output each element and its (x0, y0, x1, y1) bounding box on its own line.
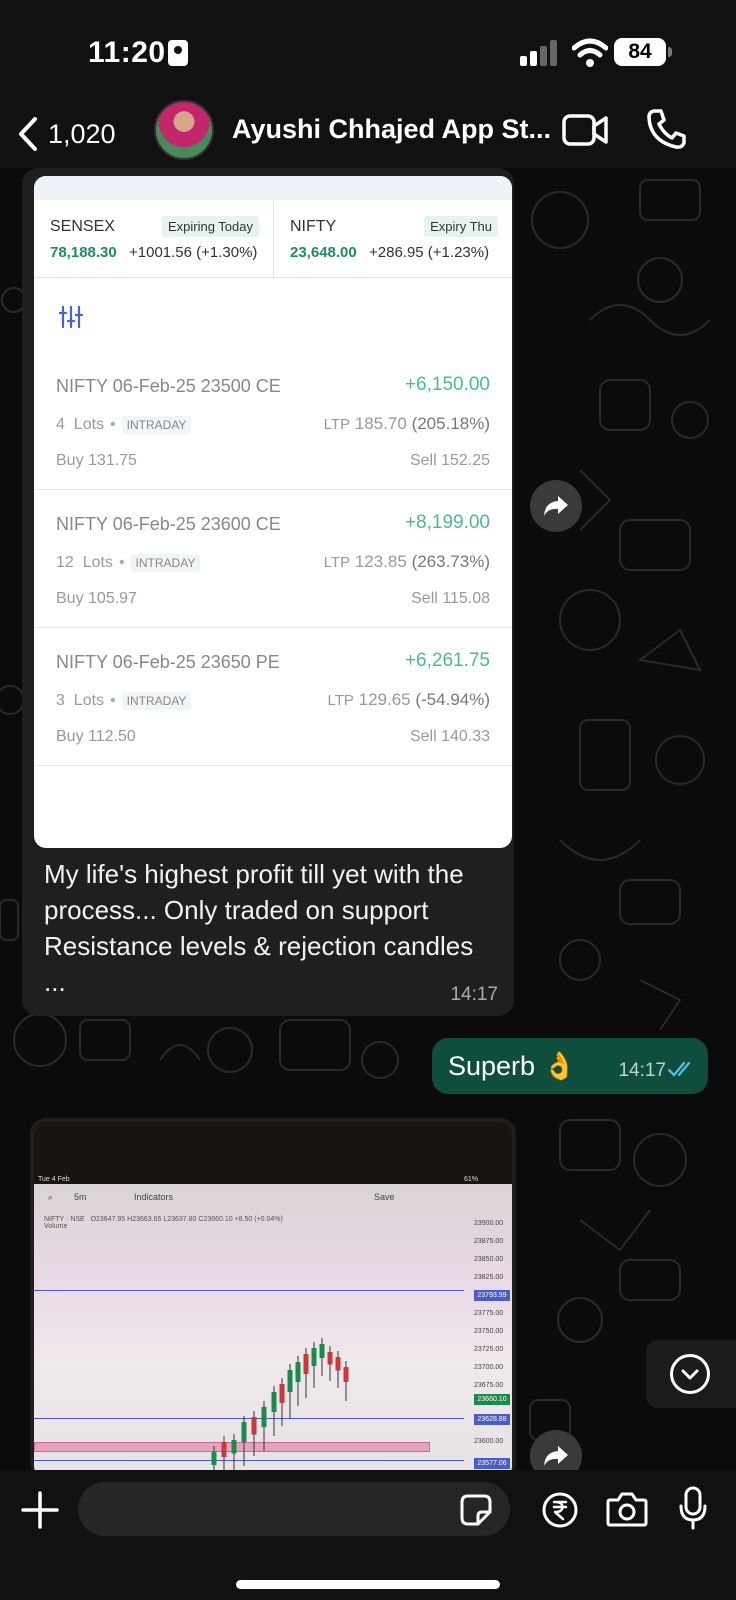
index-name: SENSEX (50, 218, 115, 235)
index-name: NIFTY (290, 218, 337, 235)
candle-body (335, 1357, 341, 1371)
battery-indicator: 84 (614, 38, 672, 66)
read-receipt-icon (668, 1061, 691, 1077)
payment-rupee-button[interactable] (542, 1492, 578, 1528)
position-ltp: LTP 129.65 (-54.94%) (327, 690, 490, 709)
index-expiry-tag: Expiry Thu (424, 216, 498, 237)
chevron-down-icon (670, 1354, 710, 1394)
attach-plus-button[interactable] (20, 1490, 60, 1530)
incoming-image-bubble[interactable]: Tue 4 Feb 61% ⌕ 5m Indicators Save NIFTY… (30, 1118, 516, 1478)
positions-screenshot[interactable]: SENSEX Expiring Today 78,188.30 +1001.56… (34, 176, 512, 848)
position-pnl: +6,261.75 (404, 650, 490, 671)
candle-body (261, 1407, 267, 1427)
position-buy-price: Buy 112.50 (56, 728, 136, 745)
position-sell-price: Sell 140.33 (409, 728, 490, 745)
incoming-message-text: My life's highest profit till yet with t… (44, 859, 474, 997)
chart-photo[interactable]: Tue 4 Feb 61% ⌕ 5m Indicators Save NIFTY… (34, 1122, 512, 1478)
outgoing-message-text: Superb 👌 (448, 1051, 577, 1081)
position-name: NIFTY 06-Feb-25 23600 CE (56, 514, 281, 534)
incoming-message-bubble[interactable]: SENSEX Expiring Today 78,188.30 +1001.56… (22, 168, 514, 1016)
candle-body (231, 1440, 237, 1454)
position-sell-price: Sell 152.25 (409, 452, 490, 469)
outgoing-message-bubble[interactable]: Superb 👌 14:17 (432, 1038, 708, 1094)
position-ltp: LTP 123.85 (263.73%) (323, 552, 490, 571)
position-buy-price: Buy 131.75 (56, 452, 137, 469)
message-timestamp: 14:17 (618, 1060, 666, 1081)
video-call-button[interactable] (562, 110, 608, 150)
index-card-nifty: NIFTY Expiry Thu 23,648.00 +286.95 (+1.2… (273, 200, 512, 278)
position-name: NIFTY 06-Feb-25 23650 PE (56, 652, 280, 672)
index-change: +1001.56 (+1.30%) (129, 244, 258, 261)
forward-arrow-icon (544, 1446, 568, 1466)
cellular-signal-icon (520, 40, 557, 66)
status-time: 11:20 (88, 36, 166, 69)
back-button[interactable]: 1,020 (18, 110, 116, 158)
message-timestamp: 14:17 (450, 984, 498, 1005)
position-lots: 4 Lots • INTRADAY (56, 416, 192, 434)
candle-body (303, 1354, 309, 1374)
candle-body (295, 1362, 301, 1382)
microphone-button[interactable] (678, 1486, 708, 1530)
home-indicator (236, 1580, 500, 1589)
index-expiry-tag: Expiring Today (161, 216, 259, 237)
index-change: +286.95 (+1.23%) (369, 244, 490, 261)
candle-body (271, 1392, 277, 1412)
status-bar: 11:20 84 (0, 0, 736, 100)
candle-body (287, 1370, 293, 1392)
voice-call-button[interactable] (646, 108, 686, 150)
forward-button[interactable] (530, 480, 582, 532)
filter-sliders-icon (58, 305, 84, 329)
position-buy-price: Buy 105.97 (56, 590, 137, 607)
camera-button[interactable] (606, 1490, 648, 1528)
wifi-icon (572, 38, 608, 67)
candle-body (343, 1367, 349, 1382)
chevron-left-icon (19, 117, 37, 151)
message-input-bar (0, 1470, 736, 1600)
candle-body (311, 1348, 317, 1366)
position-row: NIFTY 06-Feb-25 23600 CE +8,199.00 12 Lo… (34, 490, 512, 628)
candle-body (211, 1452, 217, 1465)
position-pnl: +6,150.00 (404, 374, 490, 395)
position-sell-price: Sell 115.08 (411, 590, 490, 607)
candle-body (319, 1344, 325, 1358)
chat-header: 1,020 Ayushi Chhajed App St... (0, 100, 736, 168)
index-card-sensex: SENSEX Expiring Today 78,188.30 +1001.56… (34, 200, 273, 278)
candle-body (327, 1352, 333, 1365)
position-name: NIFTY 06-Feb-25 23500 CE (56, 376, 281, 396)
forward-arrow-icon (544, 496, 568, 516)
price-axis: 23900.00 23875.00 23850.00 23825.00 2379… (470, 1212, 512, 1478)
position-lots: 3 Lots • INTRADAY (56, 692, 192, 710)
index-value: 23,648.00 (290, 244, 357, 261)
orientation-lock-icon (168, 40, 188, 66)
contact-name[interactable]: Ayushi Chhajed App St... (232, 114, 551, 145)
position-pnl: +8,199.00 (404, 512, 490, 533)
unread-count: 1,020 (48, 118, 116, 149)
candle-body (279, 1384, 285, 1403)
position-ltp: LTP 185.70 (205.18%) (323, 414, 490, 433)
position-lots: 12 Lots • INTRADAY (56, 554, 201, 572)
position-row: NIFTY 06-Feb-25 23650 PE +6,261.75 3 Lot… (34, 628, 512, 766)
contact-avatar[interactable] (154, 100, 214, 160)
position-row: NIFTY 06-Feb-25 23500 CE +6,150.00 4 Lot… (34, 352, 512, 490)
candle-body (251, 1417, 257, 1435)
candlestick-chart (211, 1338, 349, 1478)
sticker-button[interactable] (460, 1494, 492, 1526)
message-input[interactable] (78, 1482, 510, 1536)
index-value: 78,188.30 (50, 244, 117, 261)
screenshot-top-strip (34, 176, 512, 200)
scroll-to-bottom-button[interactable] (646, 1340, 736, 1408)
candle-body (241, 1422, 247, 1442)
candle-body (221, 1442, 227, 1457)
